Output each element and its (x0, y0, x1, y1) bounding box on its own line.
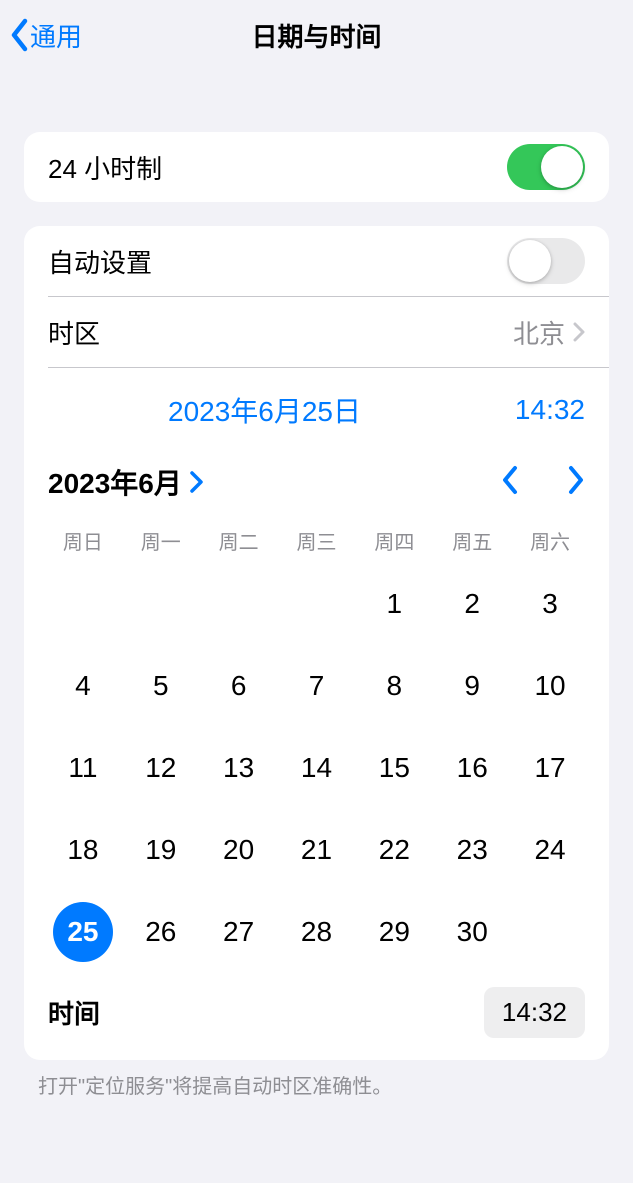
time-label: 时间 (48, 994, 100, 1031)
page-title: 日期与时间 (0, 17, 633, 54)
calendar-day[interactable]: 1 (364, 574, 424, 634)
back-button[interactable]: 通用 (0, 17, 82, 54)
calendar-day[interactable]: 5 (131, 656, 191, 716)
row-auto[interactable]: 自动设置 (24, 226, 609, 296)
calendar-day[interactable]: 11 (53, 738, 113, 798)
calendar-grid: 1234567891011121314151617181920212223242… (44, 563, 589, 973)
calendar-day[interactable]: 4 (53, 656, 113, 716)
nav-bar: 通用 日期与时间 (0, 0, 633, 70)
calendar-weekday: 周一 (122, 510, 200, 563)
calendar-day[interactable]: 18 (53, 820, 113, 880)
calendar-day[interactable]: 15 (364, 738, 424, 798)
footer-note: 打开"定位服务"将提高自动时区准确性。 (0, 1060, 633, 1099)
chevron-right-icon (573, 322, 585, 342)
row-timezone-label: 时区 (48, 314, 100, 351)
calendar-day[interactable]: 8 (364, 656, 424, 716)
calendar-day[interactable]: 17 (520, 738, 580, 798)
month-title-label: 2023年6月 (48, 462, 182, 502)
selected-date-button[interactable]: 2023年6月25日 (168, 390, 361, 430)
calendar-day[interactable]: 3 (520, 574, 580, 634)
chevron-left-icon (501, 465, 519, 495)
row-time: 时间 14:32 (24, 987, 609, 1060)
calendar-day[interactable]: 27 (209, 902, 269, 962)
calendar-day[interactable]: 13 (209, 738, 269, 798)
calendar-day[interactable]: 16 (442, 738, 502, 798)
chevron-left-icon (8, 18, 30, 52)
row-timezone-value: 北京 (513, 314, 565, 351)
back-label: 通用 (30, 17, 82, 54)
calendar-day[interactable]: 21 (286, 820, 346, 880)
calendar-weekday: 周六 (511, 510, 589, 563)
switch-auto[interactable] (507, 238, 585, 284)
calendar-day[interactable]: 14 (286, 738, 346, 798)
row-selected-datetime: 2023年6月25日 14:32 (24, 368, 609, 434)
calendar-day[interactable]: 26 (131, 902, 191, 962)
calendar-day[interactable]: 28 (286, 902, 346, 962)
calendar-weekday: 周日 (44, 510, 122, 563)
chevron-right-icon (190, 471, 203, 493)
calendar-day[interactable]: 7 (286, 656, 346, 716)
calendar-day[interactable]: 29 (364, 902, 424, 962)
calendar-day[interactable]: 22 (364, 820, 424, 880)
calendar-weekday: 周五 (433, 510, 511, 563)
calendar-day[interactable]: 19 (131, 820, 191, 880)
row-auto-label: 自动设置 (48, 243, 152, 280)
prev-month-button[interactable] (501, 465, 519, 500)
time-picker-button[interactable]: 14:32 (484, 987, 585, 1038)
calendar-day[interactable]: 6 (209, 656, 269, 716)
month-picker-button[interactable]: 2023年6月 (48, 462, 203, 502)
calendar-day[interactable]: 2 (442, 574, 502, 634)
row-timezone[interactable]: 时区 北京 (24, 297, 609, 367)
row-24h-label: 24 小时制 (48, 149, 162, 186)
calendar-day[interactable]: 12 (131, 738, 191, 798)
calendar-weekday: 周四 (355, 510, 433, 563)
calendar-day[interactable]: 20 (209, 820, 269, 880)
calendar-day[interactable]: 25 (53, 902, 113, 962)
calendar-month-header: 2023年6月 (24, 434, 609, 510)
calendar-weekday: 周二 (200, 510, 278, 563)
chevron-right-icon (567, 465, 585, 495)
selected-time-button[interactable]: 14:32 (515, 394, 585, 426)
next-month-button[interactable] (567, 465, 585, 500)
calendar: 周日周一周二周三周四周五周六 1234567891011121314151617… (24, 510, 609, 987)
calendar-day[interactable]: 30 (442, 902, 502, 962)
calendar-weekdays: 周日周一周二周三周四周五周六 (44, 510, 589, 563)
calendar-day[interactable]: 23 (442, 820, 502, 880)
row-24h[interactable]: 24 小时制 (24, 132, 609, 202)
calendar-weekday: 周三 (278, 510, 356, 563)
calendar-day[interactable]: 24 (520, 820, 580, 880)
switch-24h[interactable] (507, 144, 585, 190)
calendar-day[interactable]: 9 (442, 656, 502, 716)
group-24h: 24 小时制 (24, 132, 609, 202)
calendar-day[interactable]: 10 (520, 656, 580, 716)
group-datetime: 自动设置 时区 北京 2023年6月25日 14:32 2023年6月 周日周 (24, 226, 609, 1060)
